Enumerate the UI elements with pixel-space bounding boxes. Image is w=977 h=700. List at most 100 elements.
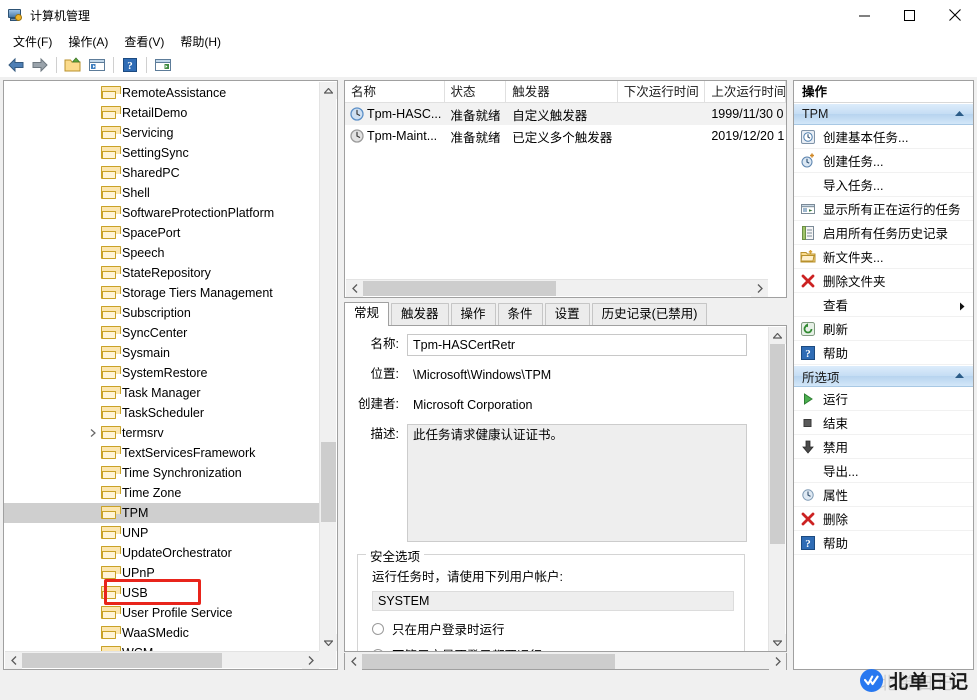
actions-group-header-0[interactable]: TPM xyxy=(794,103,973,125)
tree-scroll-up-arrow[interactable] xyxy=(320,82,337,99)
menu-help[interactable]: 帮助(H) xyxy=(172,30,229,53)
details-scroll-right-arrow[interactable] xyxy=(769,653,786,670)
tree-item-tpm[interactable]: TPM xyxy=(4,503,320,523)
action-item-1-5[interactable]: 删除 xyxy=(794,507,973,531)
action-item-1-6[interactable]: ? 帮助 xyxy=(794,531,973,555)
tree-item-termsrv[interactable]: termsrv xyxy=(4,423,320,443)
tree-item-retaildemo[interactable]: RetailDemo xyxy=(4,103,320,123)
column-header-2[interactable]: 触发器 xyxy=(506,81,618,102)
tree-item-time-synchronization[interactable]: Time Synchronization xyxy=(4,463,320,483)
minimize-button[interactable] xyxy=(842,0,887,30)
tab-1[interactable]: 触发器 xyxy=(391,303,449,326)
tasklist-scroll-left-arrow[interactable] xyxy=(346,280,363,297)
action-item-0-9[interactable]: ? 帮助 xyxy=(794,341,973,365)
tasklist-hscroll-thumb[interactable] xyxy=(363,281,556,296)
task-row[interactable]: Tpm-HASC... 准备就绪 自定义触发器 1999/11/30 0 xyxy=(345,103,786,125)
column-header-3[interactable]: 下次运行时间 xyxy=(618,81,706,102)
tree-item-spaceport[interactable]: SpacePort xyxy=(4,223,320,243)
action-item-0-8[interactable]: 刷新 xyxy=(794,317,973,341)
task-name-input[interactable]: Tpm-HASCertRetr xyxy=(407,334,747,356)
tree-item-systemrestore[interactable]: SystemRestore xyxy=(4,363,320,383)
action-item-0-4[interactable]: 启用所有任务历史记录 xyxy=(794,221,973,245)
action-item-0-3[interactable]: 显示所有正在运行的任务 xyxy=(794,197,973,221)
tab-2[interactable]: 操作 xyxy=(450,303,496,326)
tree-hscroll-thumb[interactable] xyxy=(22,653,222,668)
tree-item-sysmain[interactable]: Sysmain xyxy=(4,343,320,363)
tree-item-settingsync[interactable]: SettingSync xyxy=(4,143,320,163)
tree-item-wcm[interactable]: WCM xyxy=(4,643,320,651)
menu-action[interactable]: 操作(A) xyxy=(60,30,116,53)
tab-4[interactable]: 设置 xyxy=(544,303,590,326)
show-hide-tree-button[interactable] xyxy=(85,54,109,76)
details-scroll-thumb[interactable] xyxy=(770,344,785,544)
radio-run-only-when-logged-on[interactable]: 只在用户登录时运行 xyxy=(372,619,734,638)
tab-0[interactable]: 常规 xyxy=(344,302,390,326)
tasklist-scroll-right-arrow[interactable] xyxy=(751,280,768,297)
tree-item-waasmedic[interactable]: WaaSMedic xyxy=(4,623,320,643)
actions-group-header-1[interactable]: 所选项 xyxy=(794,365,973,387)
details-hscroll-thumb[interactable] xyxy=(362,654,615,669)
forward-button[interactable] xyxy=(28,54,52,76)
tree-scroll-right-arrow[interactable] xyxy=(302,652,319,669)
tree-item-taskscheduler[interactable]: TaskScheduler xyxy=(4,403,320,423)
menu-view[interactable]: 查看(V) xyxy=(116,30,172,53)
maximize-button[interactable] xyxy=(887,0,932,30)
tree-item-sharedpc[interactable]: SharedPC xyxy=(4,163,320,183)
tree-item-usb[interactable]: USB xyxy=(4,583,320,603)
tree-item-servicing[interactable]: Servicing xyxy=(4,123,320,143)
tree-item-updateorchestrator[interactable]: UpdateOrchestrator xyxy=(4,543,320,563)
tree-item-staterepository[interactable]: StateRepository xyxy=(4,263,320,283)
tree-vertical-scrollbar[interactable] xyxy=(319,82,337,651)
tree-item-storage-tiers-management[interactable]: Storage Tiers Management xyxy=(4,283,320,303)
column-header-0[interactable]: 名称 xyxy=(345,81,445,102)
column-header-4[interactable]: 上次运行时间 xyxy=(705,81,786,102)
collapse-caret-icon[interactable] xyxy=(954,109,965,119)
tree-item-unp[interactable]: UNP xyxy=(4,523,320,543)
collapse-caret-icon[interactable] xyxy=(954,371,965,381)
details-horizontal-scrollbar[interactable] xyxy=(344,653,787,670)
tree-item-time-zone[interactable]: Time Zone xyxy=(4,483,320,503)
tree-scroll-down-arrow[interactable] xyxy=(320,634,337,651)
action-item-0-5[interactable]: 新文件夹... xyxy=(794,245,973,269)
help-button[interactable]: ? xyxy=(118,54,142,76)
action-item-0-6[interactable]: 删除文件夹 xyxy=(794,269,973,293)
tab-3[interactable]: 条件 xyxy=(497,303,543,326)
details-vertical-scrollbar[interactable] xyxy=(768,327,786,651)
tree-scroll-thumb[interactable] xyxy=(321,442,336,522)
radio-button-logged-on[interactable] xyxy=(372,622,384,635)
details-scroll-up-arrow[interactable] xyxy=(769,327,786,344)
tree-item-task-manager[interactable]: Task Manager xyxy=(4,383,320,403)
task-row[interactable]: Tpm-Maint... 准备就绪 已定义多个触发器 2019/12/20 1 xyxy=(345,125,786,147)
tree-item-synccenter[interactable]: SyncCenter xyxy=(4,323,320,343)
tree-item-user-profile-service[interactable]: User Profile Service xyxy=(4,603,320,623)
tree-scroll-left-arrow[interactable] xyxy=(5,652,22,669)
tree-horizontal-scrollbar[interactable] xyxy=(5,651,319,669)
details-scroll-left-arrow[interactable] xyxy=(345,653,362,670)
details-scroll-down-arrow[interactable] xyxy=(769,634,786,651)
tree-item-upnp[interactable]: UPnP xyxy=(4,563,320,583)
radio-run-whether-logged-on-or-not[interactable]: 不管用户是否登录都要运行 xyxy=(372,645,734,651)
action-item-1-0[interactable]: 运行 xyxy=(794,387,973,411)
back-button[interactable] xyxy=(4,54,28,76)
menu-file[interactable]: 文件(F) xyxy=(5,30,60,53)
tab-5[interactable]: 历史记录(已禁用) xyxy=(591,303,708,326)
action-item-1-3[interactable]: 导出... xyxy=(794,459,973,483)
tree-item-subscription[interactable]: Subscription xyxy=(4,303,320,323)
show-action-pane-button[interactable] xyxy=(151,54,175,76)
action-item-0-1[interactable]: 创建任务... xyxy=(794,149,973,173)
folder-up-button[interactable] xyxy=(61,54,85,76)
radio-button-whether-logged-on[interactable] xyxy=(372,648,384,651)
tree-item-textservicesframework[interactable]: TextServicesFramework xyxy=(4,443,320,463)
action-item-1-1[interactable]: 结束 xyxy=(794,411,973,435)
tree-item-remoteassistance[interactable]: RemoteAssistance xyxy=(4,83,320,103)
tree-item-shell[interactable]: Shell xyxy=(4,183,320,203)
action-item-1-2[interactable]: 禁用 xyxy=(794,435,973,459)
close-button[interactable] xyxy=(932,0,977,30)
tree-item-softwareprotectionplatform[interactable]: SoftwareProtectionPlatform xyxy=(4,203,320,223)
task-description-textarea[interactable]: 此任务请求健康认证证书。 xyxy=(407,424,747,542)
tree-item-speech[interactable]: Speech xyxy=(4,243,320,263)
column-header-1[interactable]: 状态 xyxy=(445,81,507,102)
task-list-horizontal-scrollbar[interactable] xyxy=(346,279,768,297)
action-item-1-4[interactable]: 属性 xyxy=(794,483,973,507)
action-item-0-7[interactable]: 查看 xyxy=(794,293,973,317)
